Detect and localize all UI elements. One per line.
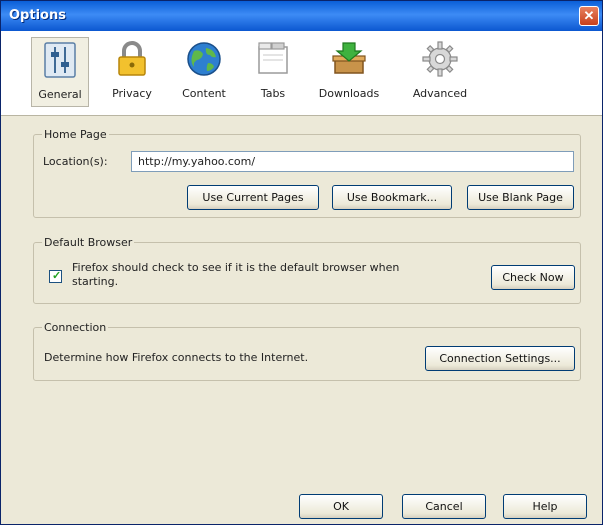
connection-group-title: Connection [42,321,109,334]
use-current-pages-button[interactable]: Use Current Pages [187,185,319,210]
gear-icon [422,41,458,77]
tabs-icon [258,42,288,74]
tab-tabs-label: Tabs [260,87,286,100]
connection-group: Connection Determine how Firefox connect… [33,321,581,381]
general-switch-icon [44,42,76,78]
home-page-group-title: Home Page [42,128,109,141]
tab-privacy[interactable]: Privacy [103,37,161,107]
default-browser-checkbox[interactable]: ✓ [49,270,62,283]
tab-privacy-label: Privacy [112,87,152,100]
close-button[interactable]: ✕ [579,6,599,26]
check-now-button[interactable]: Check Now [491,265,575,290]
connection-description: Determine how Firefox connects to the In… [44,351,309,364]
tab-advanced[interactable]: Advanced [405,37,475,107]
options-dialog: Options ✕ General Privacy Content Tabs D… [0,0,603,525]
tab-downloads-label: Downloads [318,87,380,100]
home-page-group: Home Page Location(s): http://my.yahoo.c… [33,128,581,218]
tab-advanced-label: Advanced [412,87,468,100]
tab-general-label: General [38,88,82,101]
connection-settings-button[interactable]: Connection Settings... [425,346,575,371]
home-page-location-input[interactable]: http://my.yahoo.com/ [131,151,574,172]
default-browser-check-text-line1: Firefox should check to see if it is the… [72,261,400,274]
default-browser-group-title: Default Browser [42,236,135,249]
checkmark-icon: ✓ [52,270,62,282]
location-label: Location(s): [43,155,108,168]
default-browser-group: Default Browser ✓ Firefox should check t… [33,236,581,304]
downloads-box-icon [332,42,366,74]
globe-icon [187,42,221,76]
use-blank-page-button[interactable]: Use Blank Page [467,185,574,210]
category-toolbar: General Privacy Content Tabs Downloads A… [1,31,602,116]
tab-content-label: Content [182,87,226,100]
close-icon: ✕ [583,8,595,23]
use-bookmark-button[interactable]: Use Bookmark... [332,185,452,210]
tab-content[interactable]: Content [173,37,235,107]
help-button[interactable]: Help [503,494,587,519]
ok-button[interactable]: OK [299,494,383,519]
tab-downloads[interactable]: Downloads [313,37,385,107]
window-title: Options [9,8,66,23]
lock-icon [118,41,146,76]
default-browser-check-text-line2: starting. [72,275,119,288]
title-bar[interactable]: Options ✕ [1,1,602,31]
cancel-button[interactable]: Cancel [402,494,486,519]
tab-general[interactable]: General [31,37,89,107]
tab-tabs[interactable]: Tabs [249,37,297,107]
